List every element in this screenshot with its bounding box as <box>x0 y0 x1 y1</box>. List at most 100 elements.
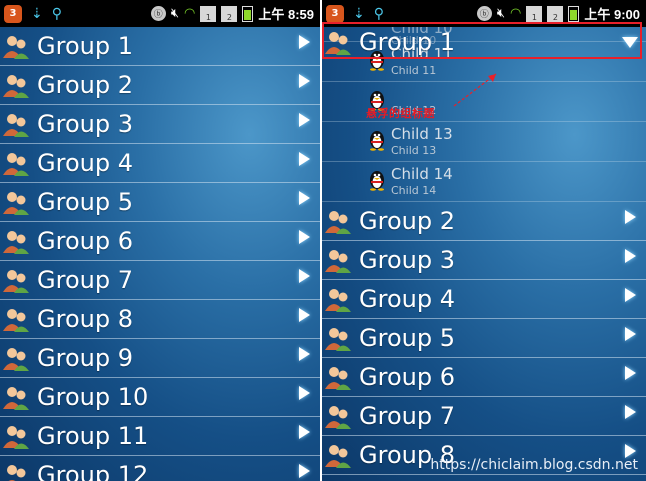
group-row[interactable]: Group 7 <box>322 397 646 436</box>
group-row[interactable]: Group 5 <box>322 319 646 358</box>
group-avatar-icon <box>2 266 30 294</box>
group-label: Group 5 <box>359 324 455 352</box>
group-avatar-icon <box>2 344 30 372</box>
screen-left: 3 ⇣ ⚲ ⓑ 🔇︎ ◠ 1 2 上午 8:59 Group 1 Group 2G… <box>0 0 320 481</box>
group-label: Group 12 <box>37 461 149 481</box>
group-row[interactable]: Group 3 <box>0 105 320 144</box>
expand-arrow-icon[interactable] <box>299 35 310 49</box>
expand-arrow-icon[interactable] <box>625 366 636 380</box>
usb-debug-icon: ⇣ <box>31 5 43 22</box>
expand-arrow-icon[interactable] <box>299 347 310 361</box>
annotation-arrow <box>453 73 497 107</box>
screen-right: 3 ⇣ ⚲ ⓑ 🔇︎ ◠ 1 2 上午 9:00 Child 10 Child … <box>322 0 646 481</box>
group-avatar-icon <box>2 422 30 450</box>
expand-arrow-icon[interactable] <box>625 210 636 224</box>
notification-icon[interactable]: 3 <box>4 4 22 23</box>
sync-icon: ⓑ <box>150 6 166 21</box>
mute-icon: 🔇︎ <box>496 6 506 21</box>
group-avatar-icon <box>2 188 30 216</box>
group-row[interactable]: Group 6 <box>0 222 320 261</box>
clock: 上午 8:59 <box>258 7 314 22</box>
expand-arrow-icon[interactable] <box>625 405 636 419</box>
expand-arrow-icon[interactable] <box>625 249 636 263</box>
penguin-icon <box>368 169 386 191</box>
child-row[interactable]: Child 13 Child 13 <box>322 122 646 162</box>
group-row[interactable]: Group 11 <box>0 417 320 456</box>
group-avatar-icon <box>324 402 352 430</box>
group-row[interactable]: Group 2 <box>0 66 320 105</box>
penguin-icon <box>368 129 386 151</box>
group-row[interactable]: Group 4 <box>322 280 646 319</box>
group-label: Group 3 <box>359 246 455 274</box>
wifi-icon: ◠ <box>510 6 522 21</box>
group-row[interactable]: Group 7 <box>0 261 320 300</box>
battery-icon <box>568 5 580 22</box>
child-subtitle: Child 11 <box>391 64 437 77</box>
expand-arrow-icon[interactable] <box>299 425 310 439</box>
battery-icon <box>242 5 254 22</box>
sync-icon: ⓑ <box>476 6 492 21</box>
group-avatar-icon <box>2 71 30 99</box>
expand-arrow-icon[interactable] <box>299 113 310 127</box>
expand-arrow-icon[interactable] <box>625 444 636 458</box>
group-avatar-icon <box>324 285 352 313</box>
group-avatar-icon <box>2 149 30 177</box>
group-row[interactable]: Group 6 <box>322 358 646 397</box>
group-avatar-icon <box>2 461 30 481</box>
clock: 上午 9:00 <box>584 7 640 22</box>
child-title: Child 14 <box>391 165 453 183</box>
group-label: Group 6 <box>37 227 133 255</box>
group-avatar-icon <box>2 227 30 255</box>
notification-icon[interactable]: 3 <box>326 4 344 23</box>
group-label: Group 2 <box>359 207 455 235</box>
signal-icon: 1 <box>526 5 543 22</box>
mute-icon: 🔇︎ <box>170 6 180 21</box>
expand-arrow-icon[interactable] <box>299 191 310 205</box>
signal-icon: 2 <box>221 5 238 22</box>
watermark: https://chiclaim.blog.csdn.net <box>430 457 638 473</box>
usb-icon: ⚲ <box>373 5 384 22</box>
expand-arrow-icon[interactable] <box>299 308 310 322</box>
group-label: Group 6 <box>359 363 455 391</box>
group-row[interactable]: Group 1 <box>0 27 320 66</box>
group-label: Group 7 <box>359 402 455 430</box>
group-avatar-icon <box>324 207 352 235</box>
group-row[interactable]: Group 10 <box>0 378 320 417</box>
group-label: Group 11 <box>37 422 149 450</box>
group-label: Group 4 <box>37 149 133 177</box>
expand-arrow-icon[interactable] <box>299 230 310 244</box>
child-row[interactable]: Child 14 Child 14 <box>322 162 646 202</box>
group-label: Group 2 <box>37 71 133 99</box>
group-avatar-icon <box>2 305 30 333</box>
status-bar: 3 ⇣ ⚲ ⓑ 🔇︎ ◠ 1 2 上午 8:59 <box>0 0 320 27</box>
wifi-icon: ◠ <box>184 6 196 21</box>
group-avatar-icon <box>324 246 352 274</box>
expand-arrow-icon[interactable] <box>299 464 310 478</box>
signal-icon: 2 <box>547 5 564 22</box>
expand-arrow-icon[interactable] <box>299 152 310 166</box>
expand-arrow-icon[interactable] <box>625 327 636 341</box>
group-row[interactable]: Group 3 <box>322 241 646 280</box>
group-label: Group 5 <box>37 188 133 216</box>
group-row[interactable]: Group 2 <box>322 202 646 241</box>
signal-icon: 1 <box>200 5 217 22</box>
group-avatar-icon <box>324 324 352 352</box>
expand-arrow-icon[interactable] <box>299 386 310 400</box>
group-row[interactable]: Group 9 <box>0 339 320 378</box>
group-row[interactable]: Group 5 <box>0 183 320 222</box>
group-avatar-icon <box>2 383 30 411</box>
usb-icon: ⚲ <box>51 5 62 22</box>
group-row[interactable]: Group 12 <box>0 456 320 481</box>
group-avatar-icon <box>324 441 352 469</box>
group-row[interactable]: Group 4 <box>0 144 320 183</box>
annotation-label: 悬浮的组标题 <box>366 107 435 120</box>
group-list[interactable]: Group 1 Group 2 Group 3 Group 4 Group 5 Group… <box>0 27 320 481</box>
expand-arrow-icon[interactable] <box>625 288 636 302</box>
group-label: Group 10 <box>37 383 149 411</box>
group-label: Group 4 <box>359 285 455 313</box>
expand-arrow-icon[interactable] <box>299 269 310 283</box>
usb-debug-icon: ⇣ <box>353 5 365 22</box>
group-row[interactable]: Group 8 <box>0 300 320 339</box>
expand-arrow-icon[interactable] <box>299 74 310 88</box>
group-label: Group 7 <box>37 266 133 294</box>
